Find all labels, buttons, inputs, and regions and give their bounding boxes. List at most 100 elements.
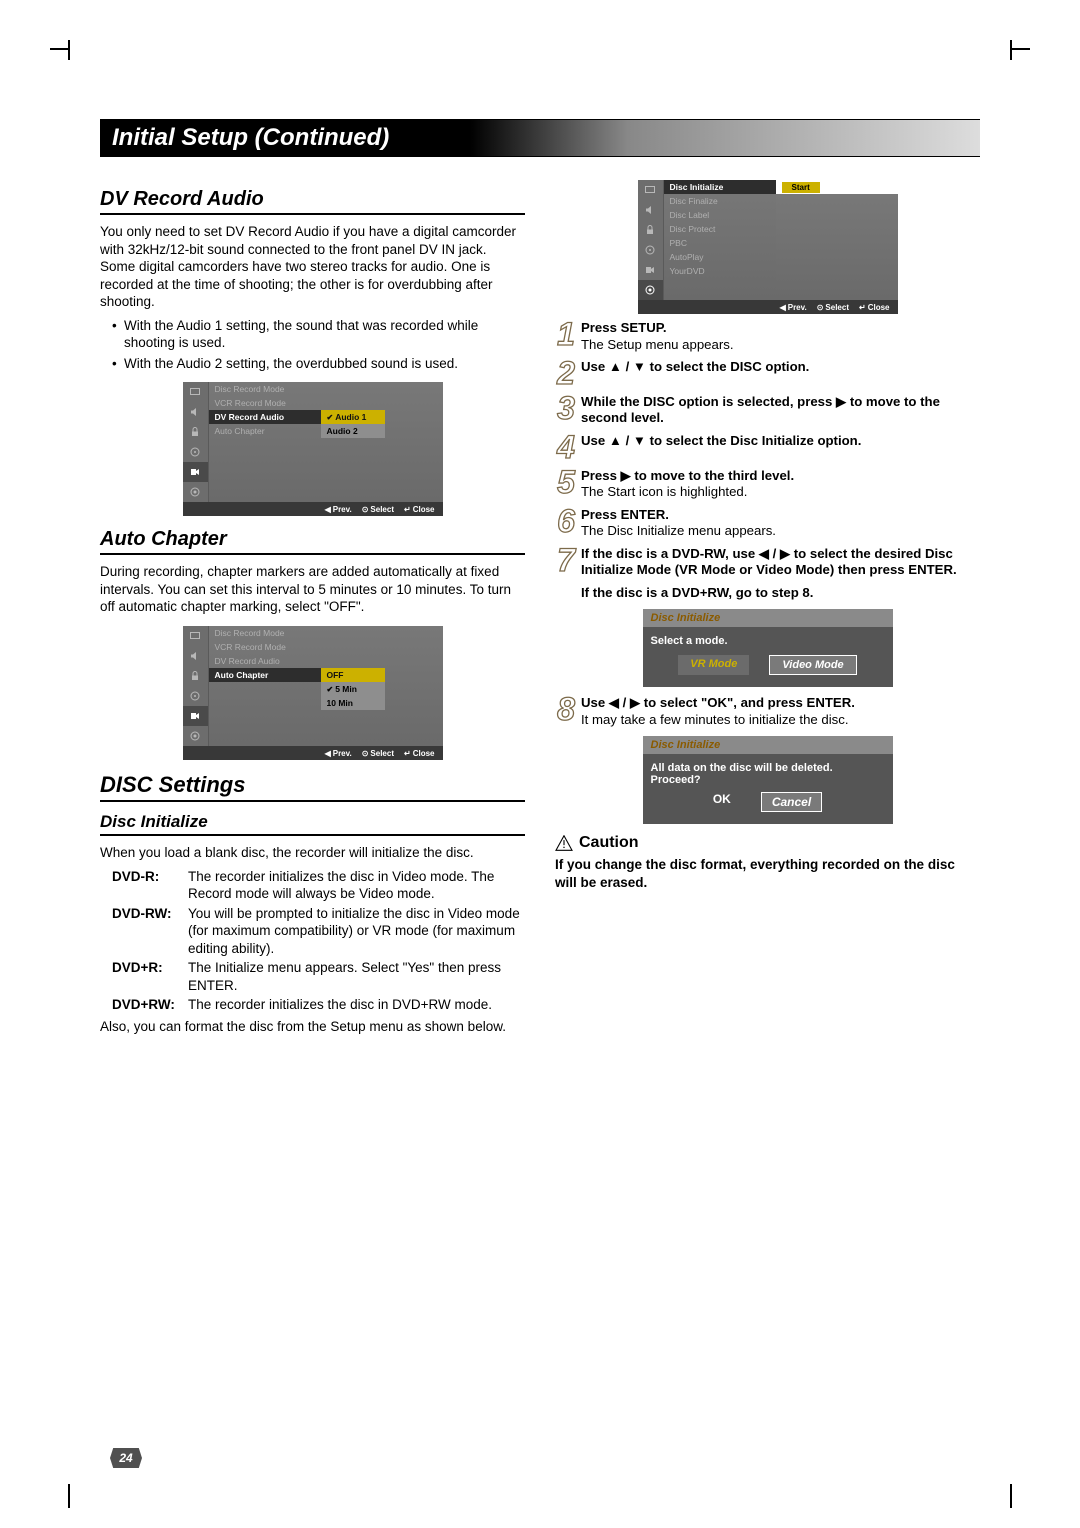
- heading-disc-initialize: Disc Initialize: [100, 812, 525, 836]
- crop-mark: [1010, 48, 1030, 50]
- ok-button: OK: [713, 792, 731, 812]
- tv-icon: [183, 382, 209, 402]
- step-bold: While the DISC option is selected, press…: [581, 394, 940, 426]
- osd-footer-close: Close: [404, 505, 435, 514]
- paragraph: You only need to set DV Record Audio if …: [100, 223, 525, 311]
- osd-item-selected: Disc Initialize: [664, 180, 776, 194]
- step-number-7: 7: [555, 546, 577, 602]
- paragraph: During recording, chapter markers are ad…: [100, 563, 525, 616]
- tv-icon: [638, 180, 664, 200]
- dialog-title: Disc Initialize: [643, 609, 893, 627]
- record-icon: [183, 462, 209, 482]
- target-icon: [183, 726, 209, 746]
- osd-option: OFF: [321, 668, 385, 682]
- disc-type-label: DVD-RW:: [112, 905, 188, 958]
- disc-type-desc: The recorder initializes the disc in DVD…: [188, 996, 525, 1014]
- crop-mark: [1010, 1484, 1012, 1508]
- record-icon: [183, 706, 209, 726]
- disc-type-desc: You will be prompted to initialize the d…: [188, 905, 525, 958]
- crop-mark: [50, 48, 70, 50]
- osd-footer-prev: Prev.: [325, 749, 352, 758]
- osd-item: PBC: [664, 236, 776, 250]
- osd-item-selected: Auto Chapter: [209, 668, 321, 682]
- disc-type-desc: The Initialize menu appears. Select "Yes…: [188, 959, 525, 994]
- osd-item: VCR Record Mode: [209, 640, 321, 654]
- step-number-4: 4: [555, 433, 577, 462]
- step-number-5: 5: [555, 468, 577, 501]
- osd-footer-close: Close: [404, 749, 435, 758]
- heading-dv-record-audio: DV Record Audio: [100, 188, 525, 215]
- paragraph: Also, you can format the disc from the S…: [100, 1018, 525, 1036]
- osd-item: VCR Record Mode: [209, 396, 321, 410]
- mode-video: Video Mode: [769, 655, 856, 675]
- osd-item: YourDVD: [664, 264, 776, 278]
- osd-footer-prev: Prev.: [325, 505, 352, 514]
- target-icon: [638, 280, 664, 300]
- osd-item-selected: DV Record Audio: [209, 410, 321, 424]
- osd-item: Auto Chapter: [209, 424, 321, 438]
- osd-option: 10 Min: [321, 696, 385, 710]
- step-desc: The Disc Initialize menu appears.: [581, 523, 776, 538]
- cancel-button: Cancel: [761, 792, 822, 812]
- step-bold: Press SETUP.: [581, 320, 667, 335]
- osd-item: Disc Record Mode: [209, 382, 321, 396]
- dialog-prompt: Select a mode.: [651, 635, 885, 647]
- crop-mark: [1010, 40, 1012, 60]
- heading-auto-chapter: Auto Chapter: [100, 528, 525, 555]
- target-icon: [183, 482, 209, 502]
- dialog-title: Disc Initialize: [643, 736, 893, 754]
- step-desc: It may take a few minutes to initialize …: [581, 712, 849, 727]
- disc-type-label: DVD+R:: [112, 959, 188, 994]
- step-bold: Use ▲ / ▼ to select the Disc Initialize …: [581, 433, 861, 448]
- step-number-2: 2: [555, 359, 577, 388]
- speaker-icon: [183, 646, 209, 666]
- heading-disc-settings: DISC Settings: [100, 772, 525, 802]
- page-title: Initial Setup (Continued): [100, 120, 980, 156]
- start-button: Start: [782, 182, 820, 193]
- caution-label: Caution: [579, 834, 639, 852]
- step-number-1: 1: [555, 320, 577, 353]
- speaker-icon: [183, 402, 209, 422]
- disc-icon: [183, 686, 209, 706]
- lock-icon: [183, 666, 209, 686]
- osd-auto-chapter: Disc Record Mode VCR Record Mode DV Reco…: [183, 626, 443, 760]
- lock-icon: [183, 422, 209, 442]
- osd-footer-close: Close: [859, 303, 890, 312]
- osd-option: 5 Min: [321, 682, 385, 696]
- disc-icon: [638, 240, 664, 260]
- step-desc: The Setup menu appears.: [581, 337, 734, 352]
- step-number-8: 8: [555, 695, 577, 728]
- dialog-proceed: Disc Initialize All data on the disc wil…: [643, 736, 893, 824]
- step-bold: Press ENTER.: [581, 507, 669, 522]
- speaker-icon: [638, 200, 664, 220]
- osd-item: AutoPlay: [664, 250, 776, 264]
- osd-footer-prev: Prev.: [780, 303, 807, 312]
- osd-option: Audio 2: [321, 424, 385, 438]
- bullet-item: With the Audio 1 setting, the sound that…: [112, 317, 525, 352]
- disc-type-label: DVD-R:: [112, 868, 188, 903]
- step-desc: The Start icon is highlighted.: [581, 484, 747, 499]
- osd-item: Disc Protect: [664, 222, 776, 236]
- disc-type-label: DVD+RW:: [112, 996, 188, 1014]
- osd-item: DV Record Audio: [209, 654, 321, 668]
- dialog-prompt: All data on the disc will be deleted. Pr…: [651, 762, 885, 786]
- step-number-3: 3: [555, 394, 577, 427]
- osd-dv-record-audio: Disc Record Mode VCR Record Mode DV Reco…: [183, 382, 443, 516]
- osd-option: Audio 1: [321, 410, 385, 424]
- dialog-select-mode: Disc Initialize Select a mode. VR Mode V…: [643, 609, 893, 687]
- osd-disc-initialize: Disc Initialize Disc Finalize Disc Label…: [638, 180, 898, 314]
- crop-mark: [68, 40, 70, 60]
- step-bold: Use ◀ / ▶ to select "OK", and press ENTE…: [581, 695, 855, 710]
- caution-text: If you change the disc format, everythin…: [555, 856, 980, 891]
- step-number-6: 6: [555, 507, 577, 540]
- caution-icon: [555, 835, 573, 851]
- step-bold: If the disc is a DVD-RW, use ◀ / ▶ to se…: [581, 546, 957, 578]
- step-bold: If the disc is a DVD+RW, go to step 8.: [581, 585, 813, 602]
- osd-footer-select: Select: [362, 505, 394, 514]
- crop-mark: [68, 1484, 70, 1508]
- lock-icon: [638, 220, 664, 240]
- osd-item: Disc Label: [664, 208, 776, 222]
- page-number: 24: [110, 1448, 142, 1468]
- disc-icon: [183, 442, 209, 462]
- disc-type-desc: The recorder initializes the disc in Vid…: [188, 868, 525, 903]
